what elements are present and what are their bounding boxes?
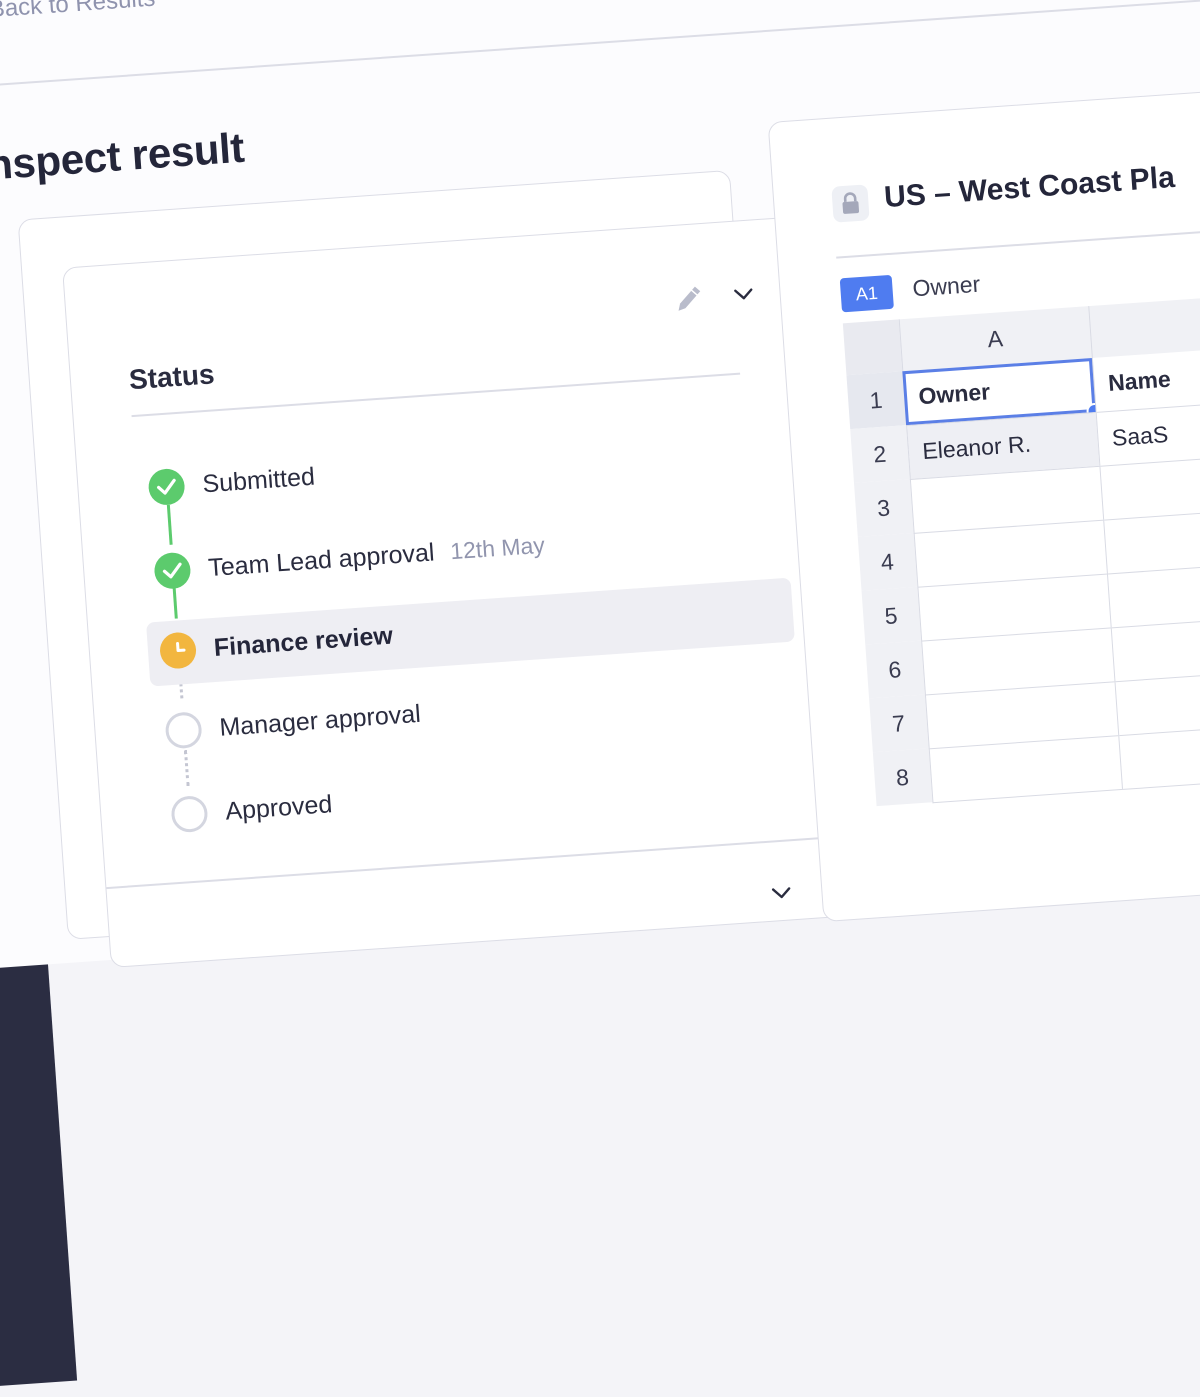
column-header[interactable] xyxy=(1088,290,1200,359)
status-heading: Status xyxy=(127,358,216,396)
step-date: 12th May xyxy=(449,531,546,565)
step-label: Manager approval xyxy=(218,699,422,742)
page-title: Inspect result xyxy=(0,123,246,190)
formula-bar-value[interactable]: Owner xyxy=(912,271,981,303)
pencil-icon[interactable] xyxy=(672,284,704,321)
cell-reference-badge: A1 xyxy=(839,274,894,313)
row-header[interactable]: 6 xyxy=(865,640,925,699)
chevron-down-icon[interactable] xyxy=(768,879,796,912)
step-label: Submitted xyxy=(201,462,316,499)
pending-circle-icon xyxy=(170,794,209,834)
step-label: Team Lead approval 12th May xyxy=(207,531,546,583)
row-header[interactable]: 8 xyxy=(872,748,933,807)
status-step-approved: Approved xyxy=(157,740,820,846)
status-card: Status Submitted Team Lead approval 12th… xyxy=(17,169,842,968)
sheet-divider xyxy=(836,221,1200,259)
back-link-label: Back to Results xyxy=(0,0,157,24)
back-to-results-link[interactable]: Back to Results xyxy=(0,0,156,27)
row-header[interactable]: 1 xyxy=(846,371,907,430)
check-icon xyxy=(147,467,186,507)
sheet-title: US – West Coast Pla xyxy=(883,160,1176,215)
row-header[interactable]: 4 xyxy=(857,532,918,591)
inspect-result-page: Back to Results Inspect result Status Su… xyxy=(0,0,1200,971)
status-panel: Status Submitted Team Lead approval 12th… xyxy=(62,216,842,968)
spreadsheet-grid: A 1 Owner Name 2 Eleanor R. SaaS 3 4 5 6… xyxy=(842,290,1200,807)
grid-corner[interactable] xyxy=(842,319,903,376)
pending-circle-icon xyxy=(164,711,203,750)
status-timeline: Submitted Team Lead approval 12th May Fin… xyxy=(135,413,821,858)
chevron-down-icon[interactable] xyxy=(730,280,758,313)
row-header[interactable]: 7 xyxy=(869,694,929,753)
status-divider xyxy=(131,372,741,418)
row-header[interactable]: 5 xyxy=(861,586,922,645)
lock-icon xyxy=(831,184,870,223)
row-header[interactable]: 2 xyxy=(850,425,910,483)
spreadsheet-card: US – West Coast Pla A1 Owner A 1 Owner N… xyxy=(767,82,1200,923)
header-divider xyxy=(0,0,1200,89)
check-icon xyxy=(153,551,192,590)
row-header[interactable]: 3 xyxy=(853,479,914,537)
step-label: Approved xyxy=(224,790,334,826)
